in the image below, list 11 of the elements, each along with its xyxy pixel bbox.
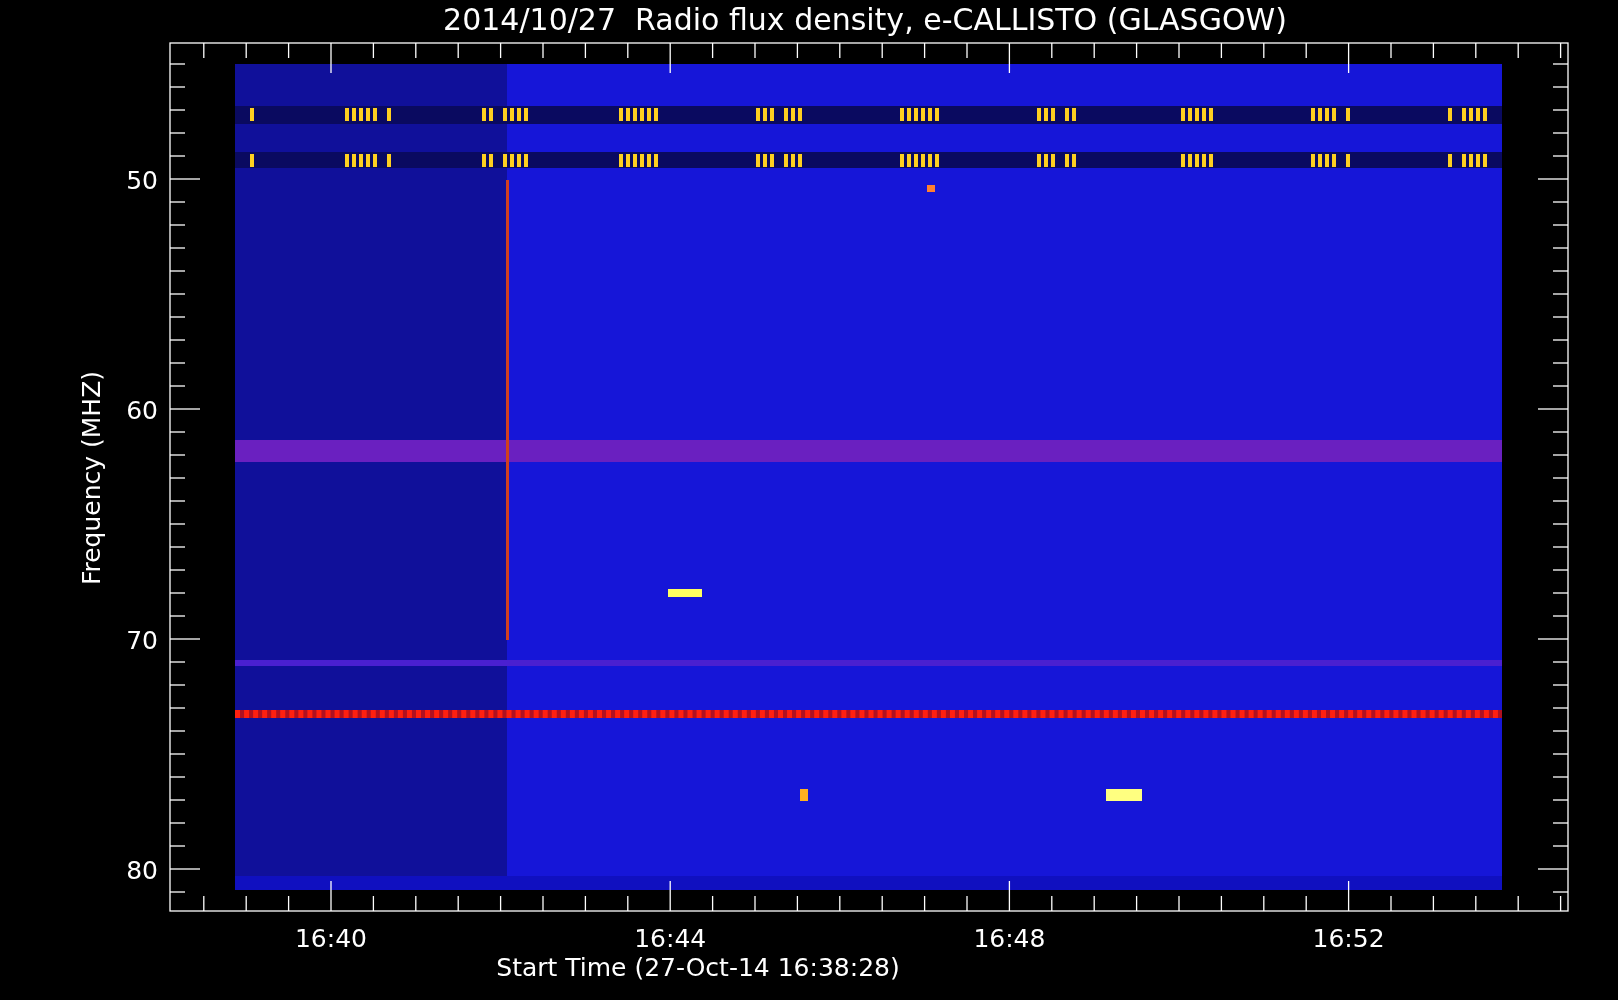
x-tick-label: 16:52: [1312, 924, 1385, 953]
x-tick-label: 16:44: [634, 924, 707, 953]
y-tick-label: 50: [126, 166, 158, 195]
y-tick-label: 70: [126, 626, 158, 655]
chart-title: 2014/10/27 Radio flux density, e-CALLISTO (GLASGOW): [443, 2, 1287, 37]
x-tick-label: 16:40: [295, 924, 367, 953]
y-tick-label: 60: [126, 396, 158, 425]
y-tick-label: 80: [126, 856, 158, 885]
x-tick-label: 16:48: [973, 924, 1046, 953]
x-axis-label: Start Time (27-Oct-14 16:38:28): [496, 953, 900, 982]
y-axis-label: Frequency (MHZ): [77, 370, 106, 586]
